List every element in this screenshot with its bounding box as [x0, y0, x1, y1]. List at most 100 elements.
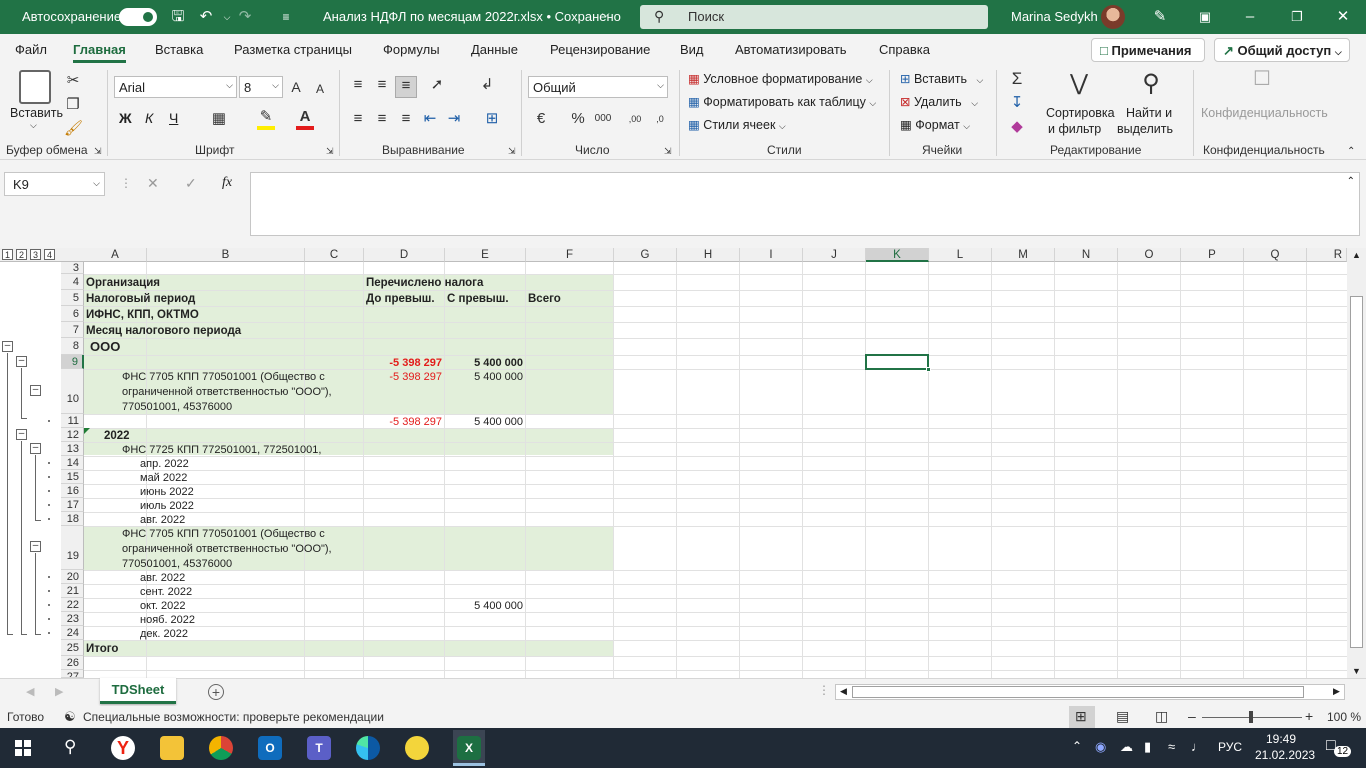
cell-b19-line2[interactable]: ограниченной ответственностью "ООО"),	[120, 541, 334, 557]
align-left-icon[interactable]: ≡	[349, 110, 367, 128]
cut-icon[interactable]: ✂	[64, 72, 82, 90]
zoom-out-icon[interactable]: –	[1188, 708, 1196, 724]
outline-level-2[interactable]: 2	[16, 249, 27, 260]
format-painter-icon[interactable]: 🖌	[64, 120, 83, 138]
insert-function-icon[interactable]: fx	[222, 175, 232, 191]
format-as-table-button[interactable]: ▦ Форматировать как таблицу ⌵	[688, 94, 876, 109]
cell-b10-line3[interactable]: 770501001, 45376000	[120, 399, 234, 415]
column-header[interactable]: L	[929, 248, 992, 262]
clear-icon[interactable]: ◆	[1008, 118, 1026, 136]
paste-label[interactable]: Вставить	[10, 106, 63, 120]
row-header[interactable]: 9	[61, 355, 84, 369]
save-icon[interactable]: 🖫	[168, 7, 188, 27]
decrease-decimal-icon[interactable]: ,0	[650, 110, 670, 128]
sensitivity-label[interactable]: Конфиденциальность	[1201, 106, 1328, 120]
chevron-down-icon[interactable]: ⌵	[602, 9, 610, 20]
wrap-text-icon[interactable]: ↲	[478, 76, 496, 94]
percent-icon[interactable]: %	[569, 110, 587, 128]
minimize-icon[interactable]: –	[1240, 7, 1260, 27]
search-box[interactable]: ⚲ Поиск	[640, 5, 988, 29]
row-header[interactable]: 18	[61, 512, 84, 526]
merge-center-icon[interactable]: ⊞	[477, 110, 507, 128]
cell-a4[interactable]: Организация	[84, 275, 162, 291]
teams-icon[interactable]: T	[307, 736, 331, 760]
cell-d10[interactable]: -5 398 297	[364, 369, 444, 385]
cell-a5[interactable]: Налоговый период	[84, 291, 197, 307]
collapse-outline-button[interactable]: –	[16, 356, 27, 367]
column-header[interactable]: P	[1181, 248, 1244, 262]
scroll-up-icon[interactable]: ▲	[1352, 250, 1361, 260]
error-indicator-icon[interactable]	[84, 428, 90, 434]
column-header[interactable]: F	[526, 248, 614, 262]
row-header[interactable]: 5	[61, 290, 84, 306]
prev-sheet-icon[interactable]: ◀	[26, 685, 34, 698]
increase-indent-icon[interactable]: ⇥	[445, 110, 463, 128]
conditional-formatting-button[interactable]: ▦ Условное форматирование ⌵	[688, 71, 873, 86]
cell-e22[interactable]: 5 400 000	[445, 598, 525, 614]
outlook-icon[interactable]: O	[258, 736, 282, 760]
close-icon[interactable]: ✕	[1333, 7, 1353, 27]
formula-input[interactable]: ⌃	[250, 172, 1360, 236]
language-indicator[interactable]: РУС	[1218, 740, 1242, 754]
find-select-label2[interactable]: выделить	[1117, 122, 1173, 136]
copy-icon[interactable]: ❐	[64, 96, 82, 114]
sort-filter-label1[interactable]: Сортировка	[1046, 106, 1115, 120]
cell-a7[interactable]: Месяц налогового периода	[84, 323, 243, 339]
fill-icon[interactable]: ↧	[1008, 94, 1026, 112]
currency-icon[interactable]: €	[530, 110, 552, 128]
cell-e5[interactable]: С превыш.	[445, 291, 511, 307]
sort-filter-label2[interactable]: и фильтр	[1048, 122, 1101, 136]
windows-start-icon[interactable]	[15, 740, 31, 756]
increase-decimal-icon[interactable]: ,00	[625, 110, 645, 128]
row-header[interactable]: 16	[61, 484, 84, 498]
dialog-launcher-icon[interactable]: ⇲	[326, 146, 334, 157]
undo-icon[interactable]: ↶	[196, 7, 216, 27]
file-explorer-icon[interactable]	[160, 736, 184, 760]
font-color-icon[interactable]: A	[296, 108, 314, 130]
tab-automate[interactable]: Автоматизировать	[735, 42, 847, 57]
collapse-formula-icon[interactable]: ⌃	[1347, 176, 1355, 187]
italic-button[interactable]: К	[145, 110, 153, 126]
row-header[interactable]: 7	[61, 322, 84, 338]
format-cells-button[interactable]: ▦ Формат ⌵	[900, 117, 970, 132]
row-header[interactable]: 25	[61, 640, 84, 656]
tab-data[interactable]: Данные	[471, 42, 518, 57]
increase-font-icon[interactable]: A	[288, 78, 304, 96]
cell-e11[interactable]: 5 400 000	[445, 414, 525, 430]
find-select-label1[interactable]: Найти и	[1126, 106, 1172, 120]
excel-icon[interactable]: X	[457, 736, 481, 760]
zoom-in-icon[interactable]: +	[1305, 708, 1313, 724]
tab-page-layout[interactable]: Разметка страницы	[234, 42, 352, 57]
share-button[interactable]: ↗ Общий доступ ⌵	[1214, 38, 1350, 62]
outline-level-1[interactable]: 1	[2, 249, 13, 260]
row-header[interactable]: 12	[61, 428, 84, 442]
row-header[interactable]: 22	[61, 598, 84, 612]
row-header[interactable]: 15	[61, 470, 84, 484]
search-icon[interactable]: ⚲	[64, 737, 76, 757]
decrease-font-icon[interactable]: A	[312, 80, 328, 98]
font-name-select[interactable]: Arial ⌵	[114, 76, 237, 98]
align-middle-icon[interactable]: ≡	[373, 76, 391, 94]
row-header[interactable]: 27	[61, 670, 84, 678]
ribbon-display-icon[interactable]: ▣	[1195, 7, 1215, 27]
borders-icon[interactable]: ▦	[210, 110, 228, 128]
name-box[interactable]: K9 ⌵	[4, 172, 105, 196]
wifi-icon[interactable]: ≈	[1168, 739, 1175, 754]
column-header[interactable]: N	[1055, 248, 1118, 262]
autosum-icon[interactable]: Σ	[1008, 70, 1026, 88]
align-bottom-icon[interactable]: ≡	[395, 76, 417, 98]
horizontal-scrollbar[interactable]: ◀ ▶	[835, 684, 1345, 700]
sheet-tab-tdsheet[interactable]: TDSheet	[100, 678, 176, 704]
cell-a6[interactable]: ИФНС, КПП, ОКТМО	[84, 307, 201, 323]
edge-icon[interactable]	[356, 736, 380, 760]
collapse-outline-button[interactable]: –	[30, 541, 41, 552]
comments-button[interactable]: □ Примечания	[1091, 38, 1205, 62]
zoom-level[interactable]: 100 %	[1327, 710, 1361, 724]
row-header[interactable]: 26	[61, 656, 84, 670]
number-format-select[interactable]: Общий ⌵	[528, 76, 668, 98]
dialog-launcher-icon[interactable]: ⇲	[664, 146, 672, 157]
fill-handle[interactable]	[926, 367, 931, 372]
file-title[interactable]: Анализ НДФЛ по месяцам 2022г.xlsx • Сохр…	[323, 9, 621, 24]
fill-color-icon[interactable]: ✎	[257, 108, 275, 130]
row-header[interactable]: 6	[61, 306, 84, 322]
